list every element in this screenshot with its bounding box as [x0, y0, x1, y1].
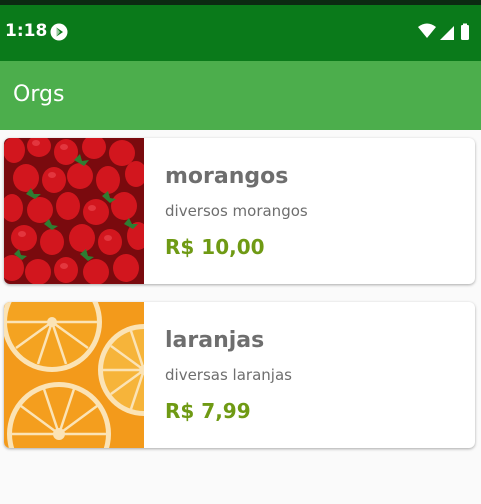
app-title: Orgs	[13, 82, 65, 107]
system-status-icons	[418, 23, 469, 40]
product-name: laranjas	[165, 328, 265, 353]
play-store-icon	[50, 23, 68, 41]
product-name: morangos	[165, 164, 289, 189]
product-price: R$ 7,99	[165, 399, 251, 423]
strawberries-image	[4, 138, 144, 284]
status-time: 1:18	[5, 21, 48, 41]
product-price: R$ 10,00	[165, 235, 265, 259]
product-description: diversos morangos	[165, 202, 308, 220]
status-bar: 1:18	[0, 5, 481, 61]
wifi-icon	[418, 23, 436, 38]
product-card-laranjas[interactable]: laranjas diversas laranjas R$ 7,99	[4, 302, 475, 448]
product-description: diversas laranjas	[165, 366, 292, 384]
product-list[interactable]: morangos diversos morangos R$ 10,00 lara…	[0, 130, 481, 504]
app-bar: Orgs	[0, 61, 481, 130]
product-card-morangos[interactable]: morangos diversos morangos R$ 10,00	[4, 138, 475, 284]
oranges-image	[4, 302, 144, 448]
battery-icon	[461, 25, 469, 40]
